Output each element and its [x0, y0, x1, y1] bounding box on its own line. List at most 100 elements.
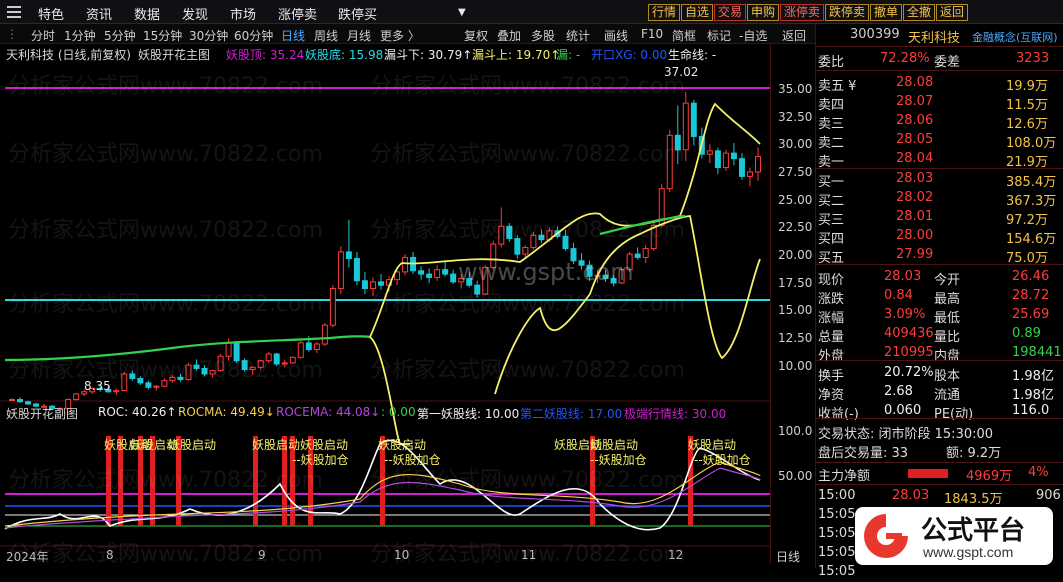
- stat-value: 2.68: [884, 384, 913, 399]
- brand-logo-icon: [864, 514, 908, 558]
- menu-dropdown-icon[interactable]: ▼: [458, 7, 466, 18]
- quote-row: 买二 28.02 367.3万: [816, 189, 1063, 209]
- x-tick-label: 9: [258, 548, 266, 562]
- tool-mark-button[interactable]: 标记: [707, 27, 731, 44]
- limit-up-sell-button[interactable]: 涨停卖: [780, 4, 825, 21]
- tool-back-button[interactable]: 返回: [782, 27, 806, 44]
- y-tick-label: 27.50: [778, 165, 813, 179]
- menu-item-limit-down-buy[interactable]: 跌停买: [338, 4, 377, 23]
- period-label: 日线: [776, 550, 801, 564]
- tool-remove-watch-button[interactable]: -自选: [739, 27, 767, 44]
- stat-label: PE(动): [934, 407, 974, 422]
- quote-value: 0.84: [884, 288, 913, 303]
- y-tick-label: 25.00: [778, 193, 813, 207]
- quote-panel: 300399 天利科技 金融概念(互联网) 委比 72.28% 委差 3233 …: [815, 24, 1063, 579]
- price-chart[interactable]: [0, 44, 770, 564]
- tool-draw-button[interactable]: 画线: [604, 27, 628, 44]
- candle-body: [458, 278, 465, 283]
- tool-overlay-button[interactable]: 叠加: [497, 27, 521, 44]
- ask-price: 28.05: [896, 132, 934, 147]
- stock-concept-tag[interactable]: 金融概念(互联网): [972, 29, 1058, 45]
- high-price-mark: 37.02: [664, 65, 699, 79]
- ask-label: 卖二: [818, 136, 845, 151]
- tool-adjust-button[interactable]: 复权: [464, 27, 488, 44]
- menu-item-features[interactable]: 特色: [38, 4, 64, 23]
- y-tick-label: 30.00: [778, 137, 813, 151]
- cancel-order-button[interactable]: 撤单: [870, 4, 903, 21]
- period-tab-5min[interactable]: 5分钟: [104, 27, 136, 44]
- app-logo-icon[interactable]: [6, 4, 22, 20]
- quote-value: 26.46: [1012, 269, 1050, 284]
- period-tab-timeshare[interactable]: 分时: [31, 27, 55, 44]
- second-line-value: 第二妖股线: 17.00: [520, 407, 623, 421]
- candle-body: [530, 234, 537, 248]
- bid-ratio-value: 72.28%: [880, 51, 930, 66]
- watchlist-button[interactable]: 自选: [681, 4, 714, 21]
- quote-value: 25.69: [1012, 307, 1050, 322]
- quote-row: 15:05: [816, 563, 1063, 582]
- ask-label: 卖五 ¥: [818, 79, 857, 94]
- period-tab-more[interactable]: 更多 〉: [380, 27, 420, 44]
- candle-body: [289, 356, 296, 364]
- candle-body: [482, 266, 489, 295]
- quote-label: 今开: [934, 273, 961, 288]
- bid-label: 买二: [818, 194, 845, 209]
- sub-indicator-name[interactable]: 妖股开花副图: [6, 405, 78, 422]
- add-position-label: --妖股加仓: [292, 453, 349, 467]
- tool-frame-button[interactable]: 简框: [672, 27, 696, 44]
- trade-button[interactable]: 交易: [714, 4, 747, 21]
- quote-row: 卖三 28.06 12.6万: [816, 112, 1063, 132]
- period-tab-30min[interactable]: 30分钟: [189, 27, 228, 44]
- period-tab-1min[interactable]: 1分钟: [64, 27, 96, 44]
- bid-price: 28.01: [896, 209, 934, 224]
- candle-body: [578, 260, 585, 266]
- period-tab-60min[interactable]: 60分钟: [234, 27, 273, 44]
- add-position-label: --妖股加仓: [590, 453, 647, 467]
- ipo-subscribe-button[interactable]: 申购: [747, 4, 780, 21]
- y-tick-label: 12.50: [778, 331, 813, 345]
- quote-value: 28.03: [884, 269, 922, 284]
- candle-body: [746, 171, 753, 177]
- candle-body: [666, 134, 673, 190]
- low-price-mark: 8.35: [84, 379, 111, 393]
- tool-f10-button[interactable]: F10: [641, 27, 663, 41]
- sub-y-tick-label: 100.0: [778, 424, 813, 438]
- menu-item-data[interactable]: 数据: [134, 4, 160, 23]
- candle-body: [634, 253, 641, 258]
- candle-body: [137, 377, 144, 384]
- menu-item-limit-up-sell[interactable]: 涨停卖: [278, 4, 317, 23]
- divider: [816, 462, 1063, 463]
- menu-item-market[interactable]: 市场: [230, 4, 256, 23]
- menu-item-news[interactable]: 资讯: [86, 4, 112, 23]
- bid-diff-label: 委差: [934, 55, 961, 70]
- tool-multi-stock-button[interactable]: 多股: [531, 27, 555, 44]
- period-tab-15min[interactable]: 15分钟: [143, 27, 182, 44]
- brand-name: 公式平台: [921, 516, 1026, 546]
- period-tab-weekly[interactable]: 周线: [314, 27, 338, 44]
- period-tab-monthly[interactable]: 月线: [347, 27, 371, 44]
- candle-body: [121, 373, 128, 392]
- cancel-all-button[interactable]: 全撤: [903, 4, 936, 21]
- candle-body: [442, 269, 449, 275]
- bid-price: 28.00: [896, 228, 934, 243]
- candle-body: [378, 281, 384, 286]
- candle-body: [674, 134, 681, 151]
- limit-down-sell-button[interactable]: 跌停卖: [825, 4, 870, 21]
- quote-label: 量比: [934, 330, 961, 345]
- candle-body: [169, 376, 176, 382]
- stat-value: 1.98亿: [1012, 369, 1054, 384]
- back-button[interactable]: 返回: [936, 4, 969, 21]
- quote-row: 卖四 28.07 11.5万: [816, 93, 1063, 113]
- candle-body: [514, 238, 521, 255]
- quote-row: 买三 28.01 97.2万: [816, 208, 1063, 228]
- tick-time: 15:05: [818, 526, 856, 541]
- rocema-value: ROCEMA: 44.08↓: [276, 405, 381, 419]
- tool-stats-button[interactable]: 统计: [566, 27, 590, 44]
- brand-url: www.gspt.com: [923, 544, 1014, 560]
- quote-value: 0.89: [1012, 326, 1041, 341]
- quote-button[interactable]: 行情: [648, 4, 681, 21]
- candle-body: [755, 155, 761, 173]
- period-tab-daily[interactable]: 日线: [281, 27, 305, 44]
- menu-item-discover[interactable]: 发现: [182, 4, 208, 23]
- candle-body: [730, 152, 737, 160]
